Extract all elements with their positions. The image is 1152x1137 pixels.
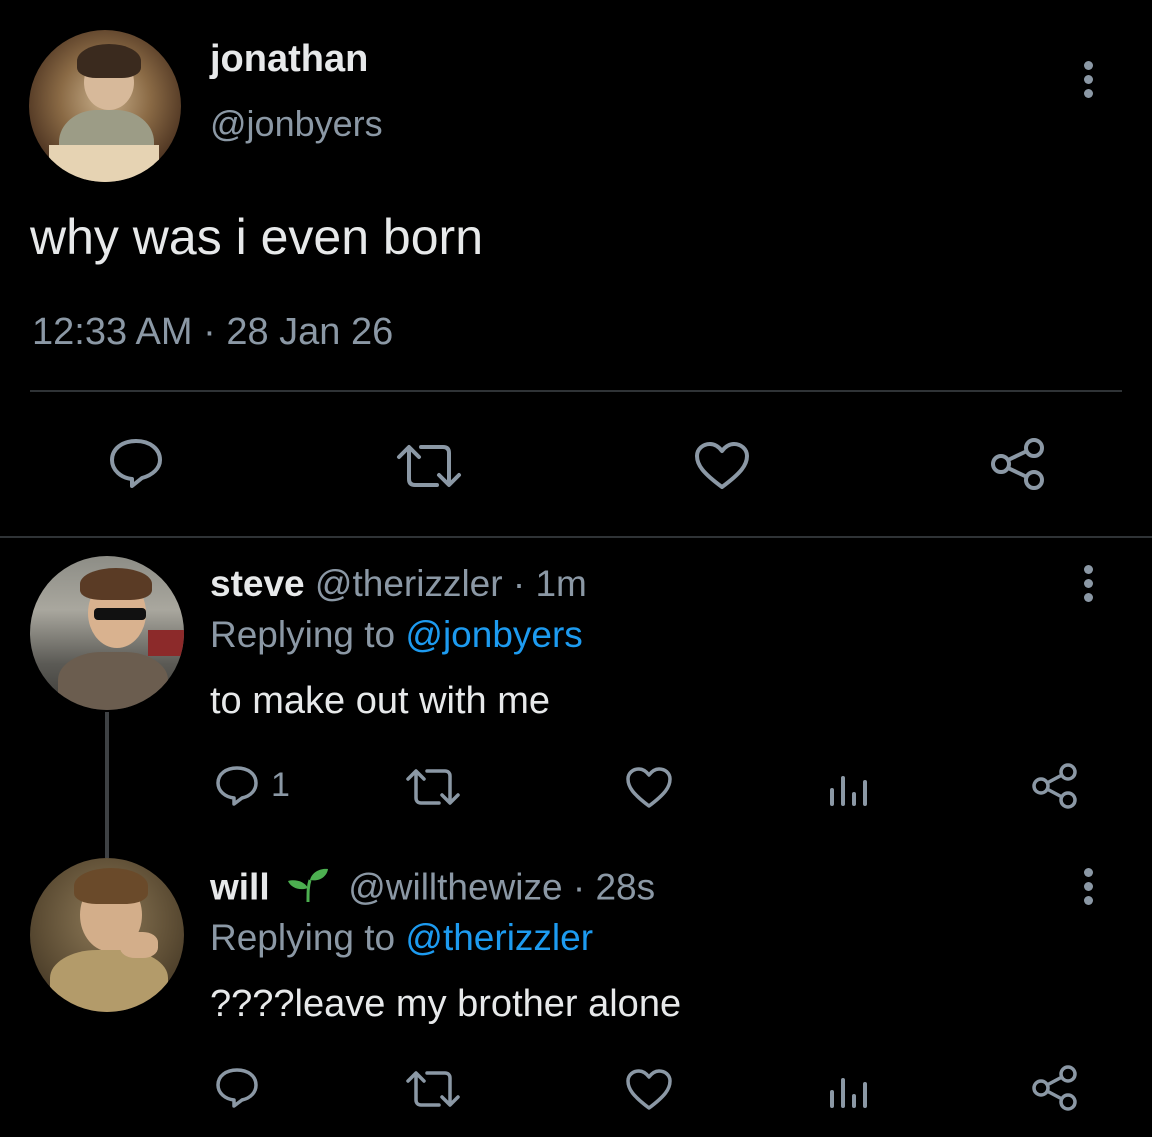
reply-1-replying: Replying to @jonbyers — [210, 614, 583, 656]
like-icon[interactable] — [625, 1068, 673, 1112]
retweet-icon[interactable] — [393, 441, 465, 491]
main-handle[interactable]: @jonbyers — [210, 103, 383, 145]
divider — [30, 390, 1122, 392]
reply-1-header: steve @therizzler · 1m — [210, 563, 587, 605]
reply-2-time[interactable]: · 28s — [573, 866, 655, 907]
share-icon[interactable] — [1030, 1064, 1080, 1112]
reply-1-time[interactable]: · 1m — [513, 563, 587, 604]
reply-2-handle[interactable]: @willthewize — [348, 866, 562, 907]
retweet-icon[interactable] — [403, 766, 463, 808]
avatar-jonathan[interactable] — [29, 30, 181, 182]
reply-1-handle[interactable]: @therizzler — [315, 563, 503, 604]
avatar-steve[interactable] — [30, 556, 184, 710]
share-icon[interactable] — [1030, 762, 1080, 810]
main-tweet-text: why was i even born — [30, 209, 484, 265]
reply-1-text: to make out with me — [210, 680, 551, 722]
thread-line — [105, 712, 109, 858]
replying-to-label: Replying to — [210, 614, 406, 655]
reply-2-replying: Replying to @therizzler — [210, 917, 593, 959]
like-icon[interactable] — [625, 766, 673, 810]
replying-to-mention[interactable]: @jonbyers — [405, 614, 582, 655]
reply-2-display-name[interactable]: will — [210, 866, 270, 907]
reply-1-reply-count: 1 — [271, 766, 290, 804]
reply-icon[interactable] — [108, 437, 164, 489]
more-options-icon[interactable] — [1084, 868, 1093, 910]
analytics-icon[interactable] — [829, 770, 869, 806]
reply-icon[interactable] — [214, 1066, 260, 1110]
main-display-name[interactable]: jonathan — [210, 38, 368, 81]
replying-to-mention[interactable]: @therizzler — [405, 917, 593, 958]
reply-2-header: will @willthewize · 28s — [210, 866, 655, 913]
analytics-icon[interactable] — [829, 1072, 869, 1108]
retweet-icon[interactable] — [403, 1068, 463, 1110]
section-divider — [0, 536, 1152, 538]
reply-icon[interactable] — [214, 764, 260, 808]
share-icon[interactable] — [988, 436, 1048, 492]
reply-1-display-name[interactable]: steve — [210, 563, 305, 604]
seedling-icon — [286, 866, 330, 913]
more-options-icon[interactable] — [1084, 565, 1093, 607]
main-timestamp[interactable]: 12:33 AM · 28 Jan 26 — [32, 311, 393, 354]
replying-to-label: Replying to — [210, 917, 406, 958]
like-icon[interactable] — [693, 440, 751, 492]
reply-2-text: ????leave my brother alone — [210, 983, 682, 1025]
avatar-will[interactable] — [30, 858, 184, 1012]
more-options-icon[interactable] — [1084, 61, 1093, 103]
